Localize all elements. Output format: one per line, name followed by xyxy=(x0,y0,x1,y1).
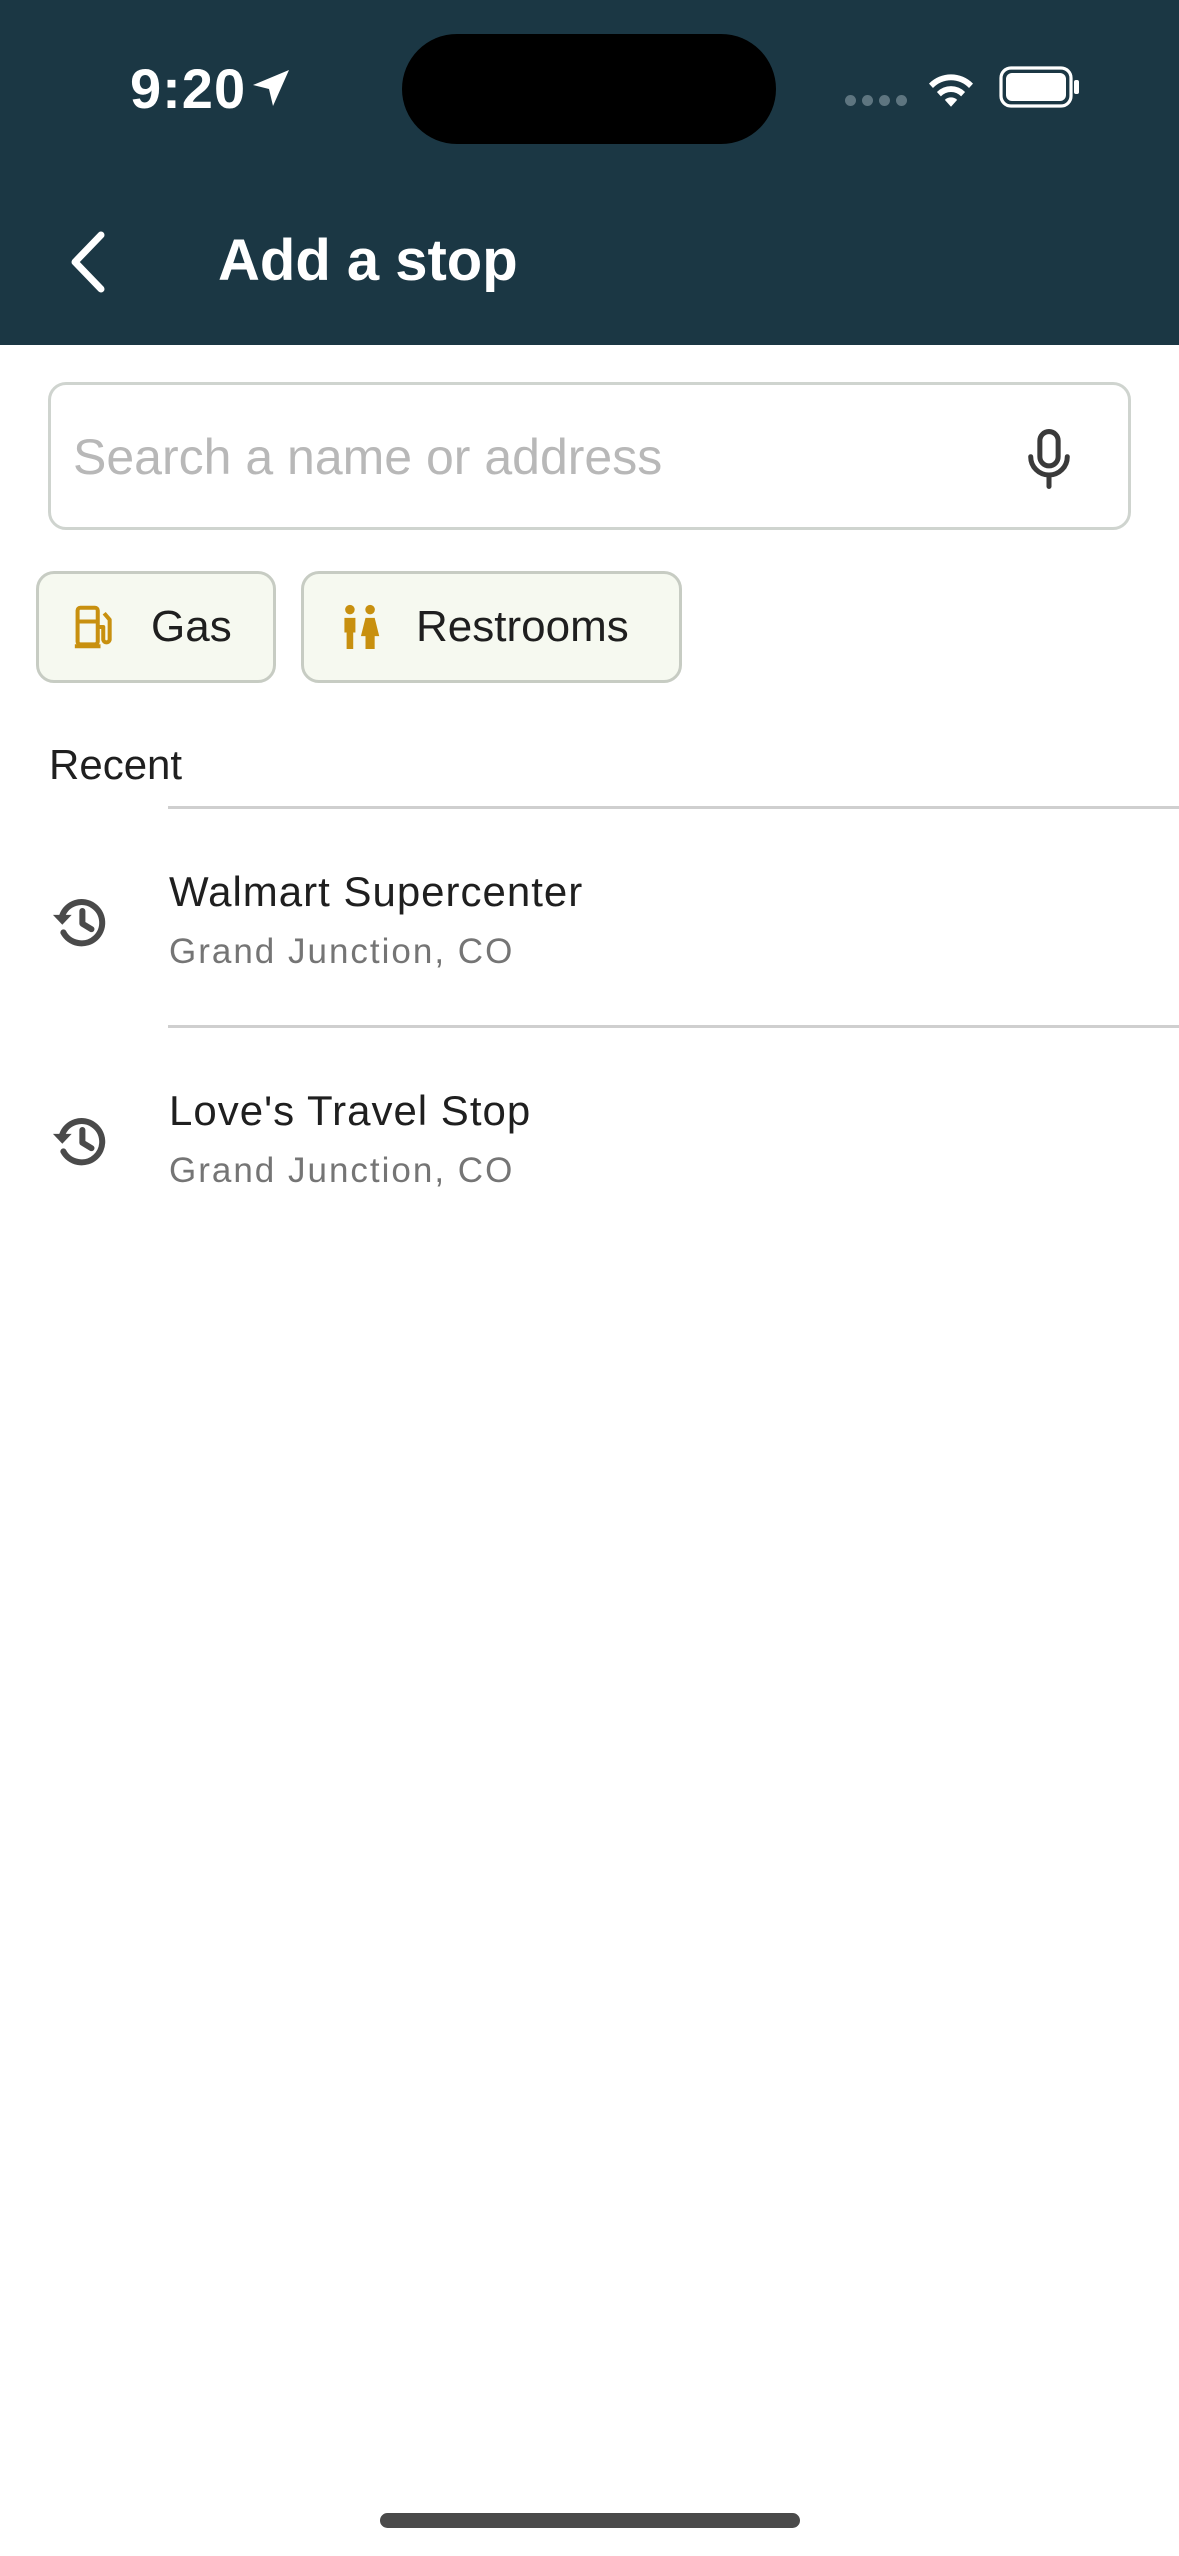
gas-filter-chip[interactable]: Gas xyxy=(36,571,276,683)
history-icon xyxy=(52,899,106,947)
app-header: 9:20 Add a stop xyxy=(0,0,1179,345)
chevron-left-icon xyxy=(71,231,105,293)
recent-list-item[interactable]: Love's Travel Stop Grand Junction, CO xyxy=(0,1028,1179,1244)
home-indicator[interactable] xyxy=(380,2513,800,2528)
recent-list-item[interactable]: Walmart Supercenter Grand Junction, CO xyxy=(0,809,1179,1025)
location-arrow-icon xyxy=(253,70,289,106)
recent-item-subtitle: Grand Junction, CO xyxy=(169,932,515,971)
restrooms-filter-label: Restrooms xyxy=(416,602,629,651)
voice-search-button[interactable] xyxy=(1011,419,1087,499)
status-time: 9:20 xyxy=(130,57,247,120)
battery-icon xyxy=(999,66,1079,108)
recent-item-subtitle: Grand Junction, CO xyxy=(169,1151,515,1190)
gas-filter-label: Gas xyxy=(151,602,232,651)
recent-item-title: Walmart Supercenter xyxy=(169,868,584,915)
microphone-icon xyxy=(1028,429,1070,489)
wifi-icon xyxy=(929,74,973,107)
search-field[interactable] xyxy=(48,382,1131,530)
restrooms-filter-chip[interactable]: Restrooms xyxy=(301,571,682,683)
history-icon xyxy=(52,1118,106,1166)
restroom-icon xyxy=(344,604,380,649)
recent-section-title: Recent xyxy=(49,741,183,788)
dynamic-island xyxy=(402,34,776,144)
gas-pump-icon xyxy=(74,605,112,649)
search-input[interactable] xyxy=(73,425,973,489)
cellular-signal-icon xyxy=(845,95,907,106)
recent-item-title: Love's Travel Stop xyxy=(169,1087,532,1134)
back-button[interactable] xyxy=(52,222,124,302)
page-title: Add a stop xyxy=(218,228,518,293)
